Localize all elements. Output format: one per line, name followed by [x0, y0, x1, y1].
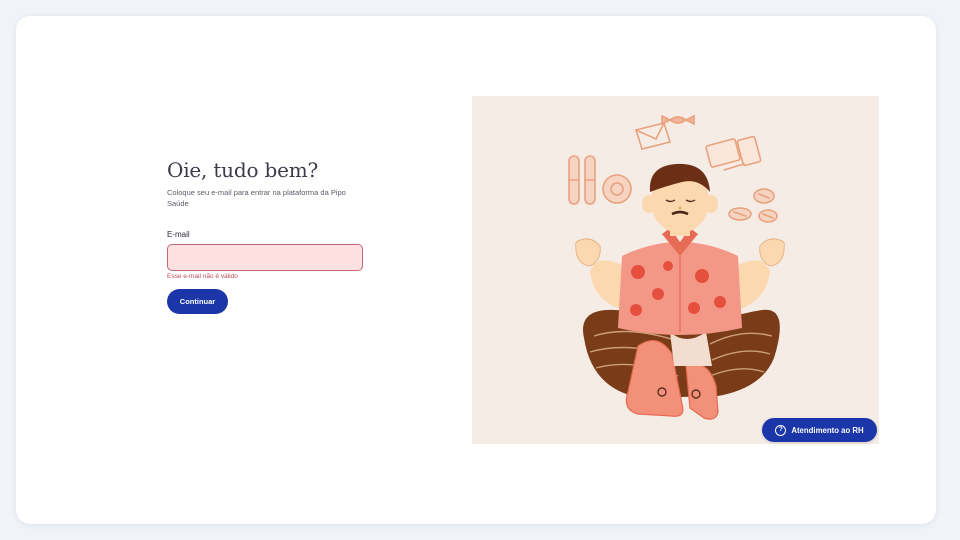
hr-support-button[interactable]: ? Atendimento ao RH	[762, 418, 877, 442]
page-title: Oie, tudo bem?	[167, 158, 318, 182]
tape-roll-doodle	[602, 174, 632, 204]
email-field[interactable]	[167, 244, 363, 271]
question-circle-icon: ?	[775, 424, 787, 436]
envelope-doodle	[634, 122, 672, 150]
right-arm	[736, 260, 770, 310]
email-label: E-mail	[167, 230, 190, 239]
left-arm	[590, 260, 624, 310]
right-hand	[759, 238, 785, 267]
email-error-message: Esse e-mail não é válido	[167, 273, 238, 280]
login-form: Oie, tudo bem? Coloque seu e-mail para e…	[167, 158, 367, 314]
login-card: Oie, tudo bem? Coloque seu e-mail para e…	[16, 16, 936, 524]
left-hand	[575, 238, 601, 267]
page-subtitle: Coloque seu e-mail para entrar na plataf…	[167, 188, 346, 208]
hr-support-label: Atendimento ao RH	[791, 425, 864, 435]
card-doodle	[705, 138, 741, 168]
meditation-illustration	[472, 96, 879, 444]
continue-button[interactable]: Continuar	[167, 289, 228, 314]
meditating-person-illustration	[568, 114, 785, 420]
